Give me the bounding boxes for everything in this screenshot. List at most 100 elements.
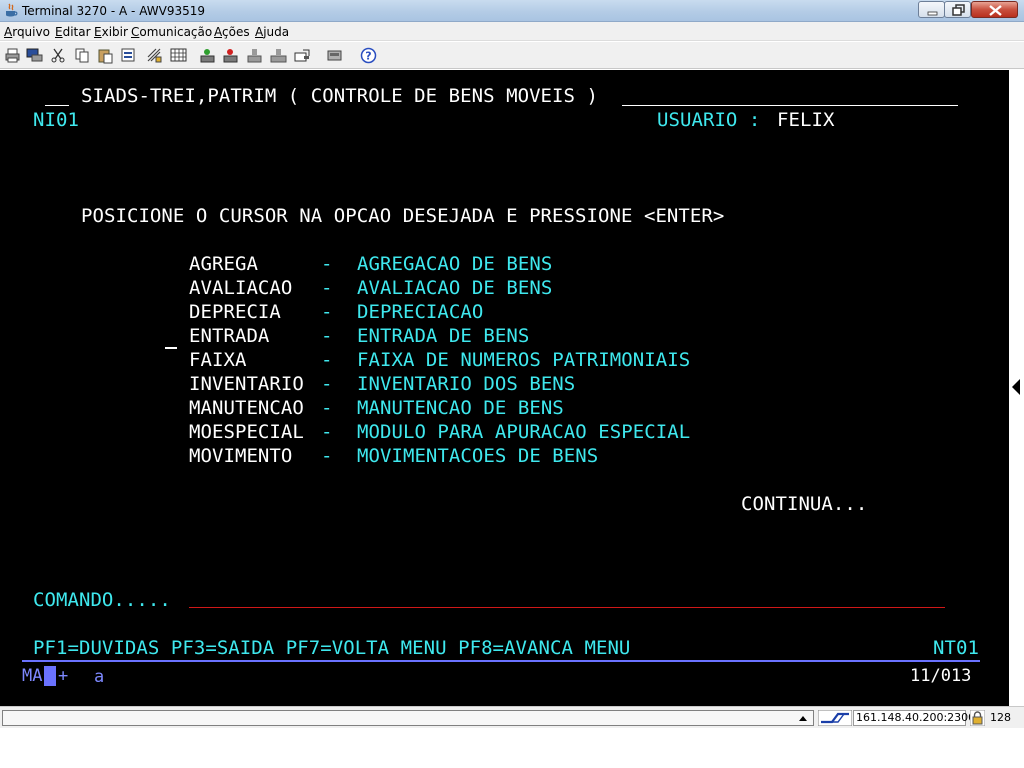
option-dash: -: [321, 325, 333, 347]
option-dash: -: [321, 421, 333, 443]
print-screen-icon: [26, 48, 43, 62]
menu-ajuda[interactable]: Ajuda: [255, 25, 289, 39]
transfer-icon: [294, 49, 310, 62]
stop-macro-button[interactable]: [246, 47, 263, 64]
scroll-up-icon[interactable]: [799, 716, 807, 721]
option-dash: -: [321, 373, 333, 395]
restore-icon: [952, 4, 965, 16]
screen-id: NI01: [33, 109, 79, 131]
macro-button[interactable]: [146, 47, 163, 64]
stop-macro-icon: [247, 49, 262, 63]
option-dash: -: [321, 253, 333, 275]
connection-icon: [818, 710, 852, 726]
settings-button[interactable]: [326, 47, 343, 64]
option-code[interactable]: MANUTENCAO: [189, 396, 304, 420]
user-value: FELIX: [777, 109, 835, 131]
cut-icon: [51, 48, 65, 63]
header-underline-right: [622, 105, 958, 106]
oia-separator: [22, 660, 980, 662]
option-dash: -: [321, 397, 333, 419]
minimize-button[interactable]: [918, 1, 945, 18]
close-icon: [989, 5, 1002, 16]
copy-button[interactable]: [74, 47, 91, 64]
menu-comunicacao[interactable]: Comunicação: [131, 25, 212, 39]
option-dash: -: [321, 277, 333, 299]
option-dash: -: [321, 301, 333, 323]
screen-header: SIADS-TREI,PATRIM ( CONTROLE DE BENS MOV…: [81, 85, 599, 107]
help-button[interactable]: ?: [360, 47, 377, 64]
restore-button[interactable]: [944, 1, 971, 18]
grid-button[interactable]: [170, 47, 187, 64]
record-macro-icon: [200, 49, 215, 63]
option-desc: INVENTARIO DOS BENS: [357, 373, 576, 395]
instruction-text: POSICIONE O CURSOR NA OPCAO DESEJADA E P…: [81, 205, 725, 227]
play-macro-button[interactable]: [222, 47, 239, 64]
host-address: 161.148.40.200:23000: [856, 711, 983, 724]
option-desc: MANUTENCAO DE BENS: [357, 397, 564, 419]
desktop-area: [0, 728, 1024, 768]
option-code[interactable]: AVALIACAO: [189, 276, 292, 300]
settings-icon: [327, 50, 342, 61]
select-all-icon: [121, 48, 135, 62]
oia-cursor-block: [44, 666, 56, 686]
right-panel-strip: [1009, 70, 1024, 706]
copy-icon: [75, 48, 89, 63]
menu-arquivo[interactable]: Arquivo: [4, 25, 50, 39]
option-code[interactable]: FAIXA: [189, 348, 246, 372]
option-desc: ENTRADA DE BENS: [357, 325, 530, 347]
java-app-icon: [6, 3, 18, 17]
window-title: Terminal 3270 - A - AWV93519: [22, 4, 205, 18]
menu-bar: Arquivo Editar Exibir Comunicação Ações …: [0, 22, 1024, 41]
option-code[interactable]: MOESPECIAL: [189, 420, 304, 444]
transfer-button[interactable]: [294, 47, 311, 64]
header-underline-left: [45, 105, 69, 106]
option-desc: AVALIACAO DE BENS: [357, 277, 553, 299]
keyboard-map-button[interactable]: [270, 47, 287, 64]
macro-icon: [147, 48, 162, 63]
option-code[interactable]: ENTRADA: [189, 324, 269, 348]
minimize-icon: [927, 11, 938, 16]
option-code[interactable]: AGREGA: [189, 252, 258, 276]
select-all-button[interactable]: [120, 47, 137, 64]
option-dash: -: [321, 445, 333, 467]
option-code[interactable]: INVENTARIO: [189, 372, 304, 396]
svg-text:?: ?: [365, 50, 371, 63]
status-message-field: [2, 710, 814, 726]
comando-field-underline: [189, 607, 945, 608]
print-screen-button[interactable]: [26, 47, 43, 64]
menu-editar[interactable]: Editar: [55, 25, 91, 39]
menu-exibir[interactable]: Exibir: [94, 25, 128, 39]
print-button[interactable]: [4, 47, 21, 64]
status-bar: 161.148.40.200:23000 128: [0, 706, 1024, 728]
user-label: USUARIO :: [657, 109, 761, 131]
option-code[interactable]: MOVIMENTO: [189, 444, 292, 468]
help-icon: ?: [360, 47, 377, 64]
terminal-screen[interactable]: SIADS-TREI,PATRIM ( CONTROLE DE BENS MOV…: [0, 70, 1009, 706]
pf-keys-line: PF1=DUVIDAS PF3=SAIDA PF7=VOLTA MENU PF8…: [33, 637, 631, 659]
option-code[interactable]: DEPRECIA: [189, 300, 281, 324]
print-icon: [5, 48, 20, 63]
play-macro-icon: [223, 49, 238, 63]
option-desc: MOVIMENTACOES DE BENS: [357, 445, 599, 467]
option-desc: FAIXA DE NUMEROS PATRIMONIAIS: [357, 349, 691, 371]
oia-indicator: a: [94, 667, 105, 687]
collapse-arrow-icon[interactable]: [1012, 379, 1020, 395]
status-count: 128: [990, 711, 1011, 724]
comando-label: COMANDO.....: [33, 589, 171, 611]
option-desc: DEPRECIACAO: [357, 301, 484, 323]
record-macro-button[interactable]: [199, 47, 216, 64]
selection-cursor: [165, 347, 177, 349]
toolbar: ?: [0, 42, 1024, 69]
cursor-position: 11/013: [910, 666, 972, 686]
cut-button[interactable]: [50, 47, 67, 64]
grid-icon: [170, 48, 187, 62]
lock-icon: [970, 710, 985, 726]
keyboard-map-icon: [270, 49, 287, 63]
paste-icon: [98, 49, 113, 64]
oia-mode: MA: [22, 666, 43, 686]
option-dash: -: [321, 349, 333, 371]
close-button[interactable]: [971, 1, 1018, 18]
title-bar[interactable]: Terminal 3270 - A - AWV93519: [0, 0, 1024, 22]
paste-button[interactable]: [97, 47, 114, 64]
menu-acoes[interactable]: Ações: [214, 25, 250, 39]
